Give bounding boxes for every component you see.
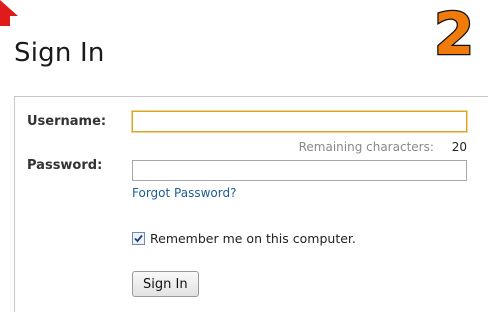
red-arrow-icon xyxy=(0,0,18,26)
remember-me-checkbox[interactable] xyxy=(132,232,145,245)
remaining-characters-label: Remaining characters: xyxy=(298,140,434,154)
forgot-password-link[interactable]: Forgot Password? xyxy=(132,186,236,200)
step-number-badge: 2 xyxy=(433,4,476,62)
password-label: Password: xyxy=(27,158,103,173)
sign-in-button[interactable]: Sign In xyxy=(132,271,199,297)
page-title: Sign In xyxy=(14,38,105,68)
username-input[interactable] xyxy=(132,111,467,132)
remember-me-label: Remember me on this computer. xyxy=(150,231,356,246)
sign-in-form: Username: Remaining characters: 20 Passw… xyxy=(14,96,488,312)
username-label: Username: xyxy=(27,114,107,129)
checkmark-icon xyxy=(134,234,143,243)
remaining-characters: Remaining characters: 20 xyxy=(132,140,467,154)
remaining-characters-count: 20 xyxy=(451,140,467,154)
step-number: 2 xyxy=(434,4,474,62)
password-input[interactable] xyxy=(132,160,467,181)
remember-me-row[interactable]: Remember me on this computer. xyxy=(132,231,356,246)
